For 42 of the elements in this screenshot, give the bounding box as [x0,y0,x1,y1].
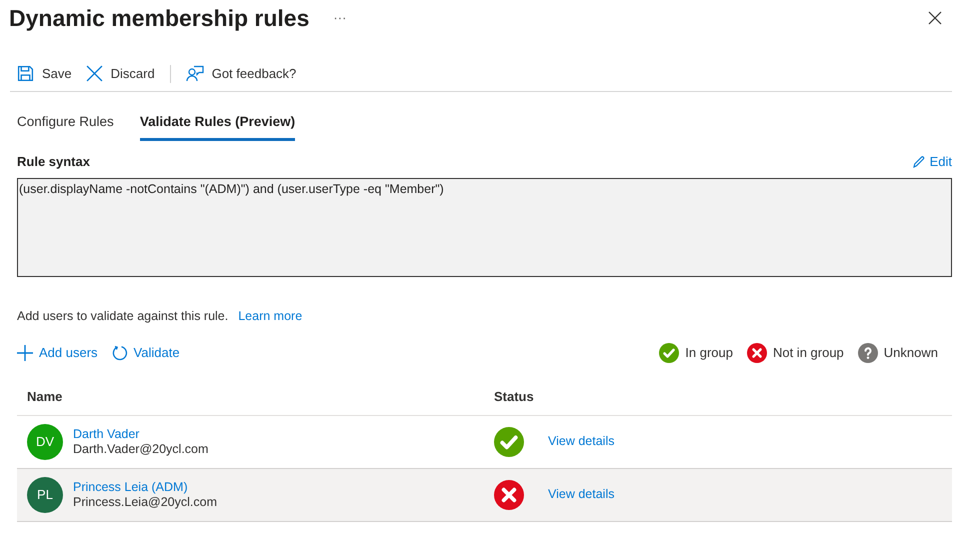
close-icon [928,11,942,25]
validate-button[interactable]: Validate [112,342,180,362]
tab[interactable]: Configure Rules [17,112,114,142]
refresh-icon [112,344,128,360]
user-email: Darth.Vader@20ycl.com [73,442,208,456]
save-icon [17,65,34,82]
view-details-link[interactable]: View details [548,432,614,451]
error-circle-icon [746,342,767,362]
legend-label: In group [685,344,733,362]
person-chat-icon [186,64,204,82]
close-icon [86,65,103,82]
page-title: Dynamic membership rules [9,4,310,33]
user-name-link[interactable]: Darth Vader [73,426,208,442]
user-email: Princess.Leia@20ycl.com [73,494,217,510]
view-details-link[interactable]: View details [548,485,614,504]
rule-syntax-field[interactable]: (user.displayName -notContains "(ADM)") and (user.userType -eq "Member") [17,178,952,277]
avatar: PL [27,476,63,512]
question-circle-icon [858,342,878,362]
check-circle-icon [659,342,680,362]
legend-label: Not in group [772,344,844,362]
close-button[interactable] [928,11,942,25]
error-circle-icon [494,480,524,510]
hint-text: Add users to validate against this rule. [17,308,228,325]
plus-icon [17,344,33,360]
learn-more-link[interactable]: Learn more [238,306,302,326]
save-button[interactable]: Save [10,64,79,84]
feedback-button[interactable]: Got feedback? [178,64,304,84]
check-circle-icon [494,426,524,456]
legend-label: Unknown [884,344,938,362]
table-row[interactable]: DV Darth Vader Darth.Vader@20ycl.com View details [17,416,952,468]
table-row[interactable]: PL Princess Leia (ADM) Princess.Leia@20ycl.com View details [17,468,952,522]
pencil-icon [912,156,925,168]
discard-button[interactable]: Discard [78,64,162,84]
more-button[interactable]: ··· [333,8,346,28]
column-header: Name [26,388,64,406]
rule-syntax-label: Rule syntax [17,153,90,172]
edit-button[interactable]: Edit [912,152,952,172]
tab[interactable]: Validate Rules (Preview) [140,112,296,142]
user-name-link[interactable]: Princess Leia (ADM) [73,480,217,494]
add-users-button[interactable]: Add users [17,342,98,362]
column-header: Status [494,388,534,406]
avatar: DV [27,424,63,460]
